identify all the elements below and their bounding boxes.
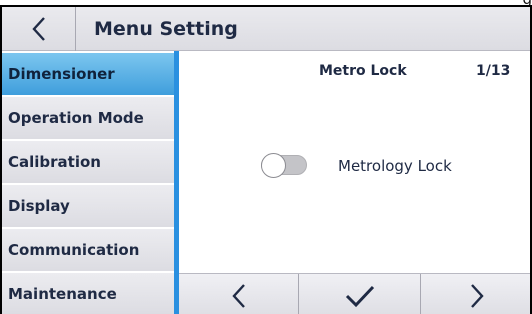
header-bar: Menu Setting bbox=[2, 7, 530, 51]
chevron-left-icon bbox=[231, 283, 245, 308]
page-number: 1/13 bbox=[476, 63, 511, 79]
checkmark-icon bbox=[345, 285, 374, 307]
bottom-nav-bar bbox=[179, 273, 530, 314]
sidebar-item-maintenance[interactable]: Maintenance bbox=[2, 271, 174, 314]
sidebar-item-calibration[interactable]: Calibration bbox=[2, 139, 174, 183]
back-button[interactable] bbox=[2, 7, 76, 51]
sidebar-item-display[interactable]: Display bbox=[2, 183, 174, 227]
chevron-right-icon bbox=[470, 283, 484, 308]
sidebar-item-dimensioner[interactable]: Dimensioner bbox=[2, 51, 174, 95]
sidebar-item-operation-mode[interactable]: Operation Mode bbox=[2, 95, 174, 139]
previous-button[interactable] bbox=[179, 274, 299, 314]
page-header-title: Menu Setting bbox=[94, 18, 238, 40]
sidebar-item-communication[interactable]: Communication bbox=[2, 227, 174, 271]
metrology-lock-label: Metrology Lock bbox=[338, 157, 452, 175]
confirm-button[interactable] bbox=[299, 274, 421, 314]
chevron-left-icon bbox=[31, 17, 45, 41]
metrology-lock-toggle[interactable] bbox=[261, 153, 307, 178]
app-frame: Menu Setting Dimensioner Operation Mode … bbox=[0, 5, 532, 314]
toggle-knob bbox=[261, 153, 286, 178]
page-title: Metro Lock bbox=[319, 63, 407, 79]
sidebar: Dimensioner Operation Mode Calibration D… bbox=[2, 51, 174, 314]
settings-panel: Metro Lock 1/13 Metrology Lock bbox=[179, 51, 530, 273]
next-button[interactable] bbox=[421, 274, 530, 314]
